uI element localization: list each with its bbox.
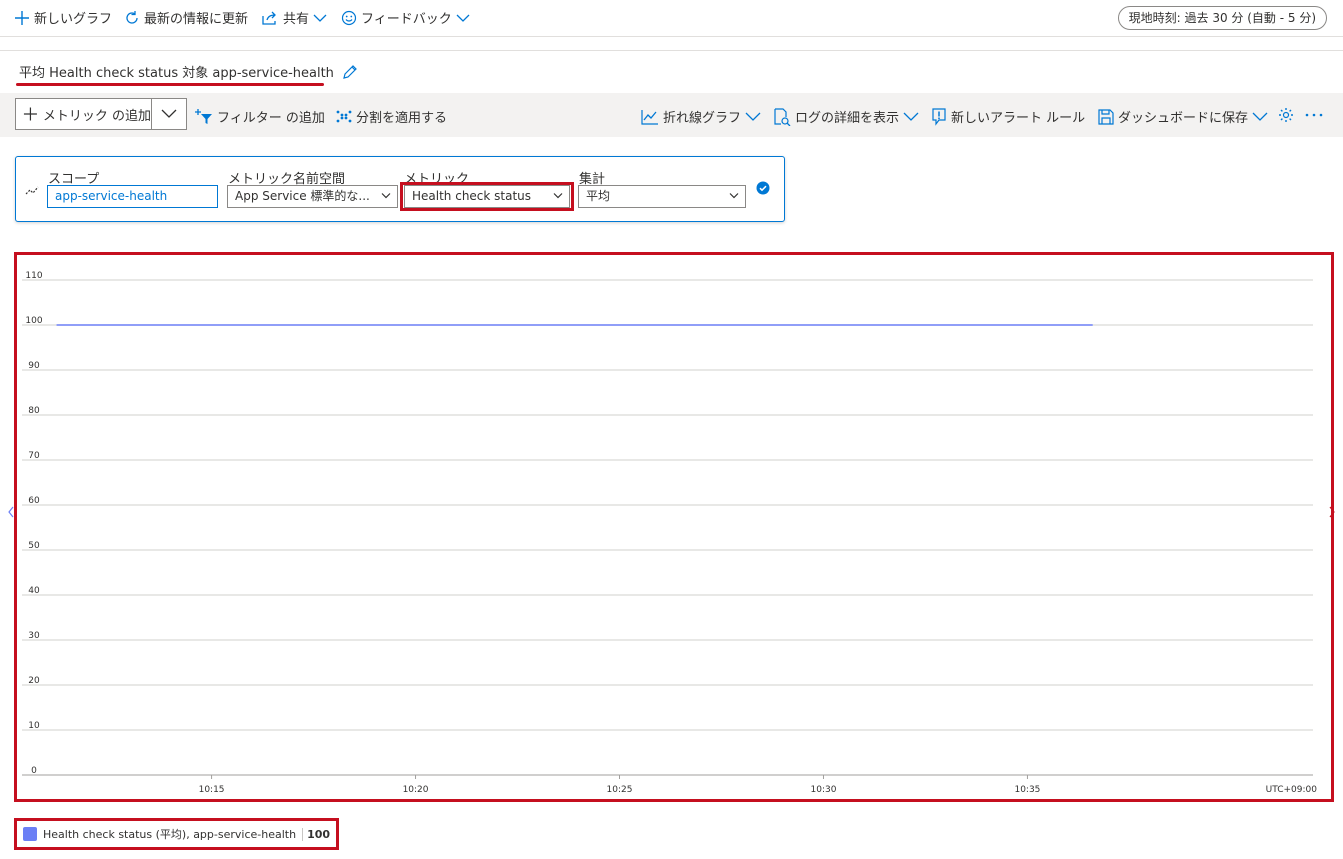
chart-type-line-button[interactable]: 折れ線グラフ: [641, 107, 761, 126]
new-chart-button[interactable]: 新しいグラフ: [14, 8, 112, 27]
add-metric-label: メトリック の追加: [42, 108, 151, 124]
chart-scroll-right-icon[interactable]: [1329, 506, 1335, 518]
share-label: 共有: [283, 12, 310, 27]
legend-value: 100: [302, 827, 330, 841]
feedback-label: フィードバック: [361, 12, 452, 27]
divider: [0, 50, 1343, 51]
chevron-down-icon: [313, 14, 327, 22]
save-to-dashboard-label: ダッシュボードに保存: [1118, 111, 1249, 126]
command-bar: 新しいグラフ 最新の情報に更新 共有 フィードバック 現地時刻: 過去 30 分…: [0, 0, 1343, 37]
chart-title[interactable]: 平均 Health check status 対象 app-service-he…: [19, 62, 358, 81]
legend-color-swatch: [23, 827, 37, 841]
checkmark-circle-icon[interactable]: [756, 181, 770, 195]
edit-pencil-icon[interactable]: [342, 64, 358, 80]
aggregation-dropdown[interactable]: 平均: [578, 185, 746, 208]
metric-line-icon: [25, 186, 39, 195]
view-logs-button[interactable]: ログの詳細を表示: [773, 107, 919, 126]
metric-highlight-box: [400, 182, 574, 211]
save-icon: [1098, 108, 1114, 125]
chart-toolbar: メトリック の追加 フィルター の追加 分割を適用する 折れ線グラフ ログの詳細…: [0, 93, 1343, 137]
apply-split-label: 分割を適用する: [356, 111, 448, 126]
y-tick-label: 20: [28, 676, 40, 686]
line-chart: 0 10 20 30 40 50 60 70 80 90 100 110 10:15 10:20 10:2…: [8, 271, 1335, 795]
new-alert-rule-button[interactable]: 新しいアラート ルール: [931, 107, 1085, 126]
y-tick-label: 60: [28, 496, 40, 506]
apply-split-button[interactable]: 分割を適用する: [336, 107, 447, 126]
x-tick-label: 10:15: [199, 785, 225, 795]
y-tick-label: 100: [25, 316, 42, 326]
legend-label: Health check status (平均), app-service-he…: [43, 828, 297, 841]
metric-namespace-dropdown[interactable]: App Service 標準的な...: [227, 185, 398, 208]
chevron-down-icon: [456, 14, 470, 22]
line-chart-label: 折れ線グラフ: [663, 111, 742, 126]
add-filter-label: フィルター の追加: [217, 111, 325, 126]
more-options-icon[interactable]: [1305, 113, 1323, 117]
y-tick-label: 0: [31, 766, 37, 776]
aggregation-value: 平均: [586, 189, 611, 203]
add-filter-button[interactable]: フィルター の追加: [195, 107, 325, 126]
add-metric-split-button: メトリック の追加: [15, 98, 187, 130]
chevron-down-icon: [729, 193, 739, 199]
refresh-label: 最新の情報に更新: [144, 12, 249, 27]
add-metric-dropdown-button[interactable]: [152, 109, 186, 119]
title-highlight-underline: [16, 83, 324, 86]
smiley-icon: [341, 10, 357, 25]
alert-icon: [932, 107, 946, 126]
x-tick-label: 10:20: [403, 785, 429, 795]
time-range-picker[interactable]: 現地時刻: 過去 30 分 (自動 - 5 分): [1117, 6, 1327, 30]
chart-scroll-left-icon[interactable]: [8, 506, 14, 518]
share-icon: [262, 11, 276, 25]
feedback-button[interactable]: フィードバック: [341, 8, 470, 27]
view-logs-label: ログの詳細を表示: [795, 111, 900, 126]
y-tick-label: 110: [25, 271, 42, 281]
y-tick-label: 10: [28, 721, 40, 731]
x-tick-label: 10:30: [811, 785, 837, 795]
split-icon: [336, 110, 352, 122]
chevron-down-icon: [1252, 112, 1268, 121]
chevron-down-icon: [745, 112, 761, 121]
y-tick-label: 80: [28, 406, 40, 416]
y-tick-label: 40: [28, 586, 40, 596]
y-tick-label: 90: [28, 361, 40, 371]
x-tick-label: 10:35: [1014, 785, 1040, 795]
filter-plus-icon: [195, 108, 212, 124]
plus-icon: [23, 107, 37, 121]
share-button[interactable]: 共有: [261, 8, 327, 27]
x-tick-label: 10:25: [607, 785, 633, 795]
chevron-down-icon: [161, 109, 177, 118]
y-tick-label: 70: [28, 451, 40, 461]
legend-item[interactable]: Health check status (平均), app-service-he…: [14, 818, 340, 850]
log-search-icon: [774, 107, 791, 126]
line-chart-icon: [641, 109, 658, 125]
y-tick-label: 30: [28, 631, 40, 641]
plus-icon: [15, 10, 29, 25]
y-tick-label: 50: [28, 541, 40, 551]
chevron-down-icon: [903, 112, 919, 121]
gear-icon[interactable]: [1278, 107, 1294, 123]
chevron-down-icon: [381, 193, 391, 199]
refresh-button[interactable]: 最新の情報に更新: [124, 8, 248, 27]
new-alert-rule-label: 新しいアラート ルール: [951, 111, 1086, 126]
scope-input[interactable]: app-service-health: [47, 185, 218, 208]
chart-title-text: 平均 Health check status 対象 app-service-he…: [19, 66, 334, 81]
save-to-dashboard-button[interactable]: ダッシュボードに保存: [1098, 107, 1268, 126]
add-metric-button[interactable]: メトリック の追加: [16, 99, 152, 129]
metric-selector-card: スコープ app-service-health メトリック名前空間 App Se…: [15, 156, 785, 222]
new-chart-label: 新しいグラフ: [34, 12, 113, 27]
refresh-icon: [126, 10, 138, 24]
metric-namespace-value: App Service 標準的な...: [235, 189, 370, 203]
timezone-label: UTC+09:00: [1266, 785, 1318, 795]
